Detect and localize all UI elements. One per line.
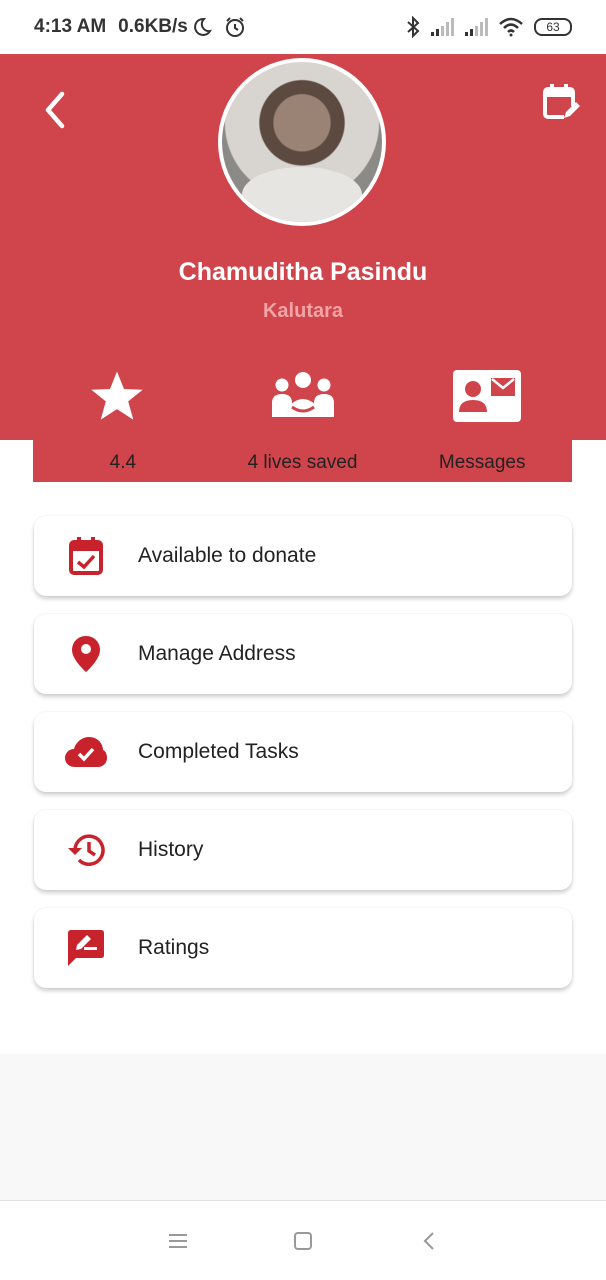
user-name: Chamuditha Pasindu <box>178 258 428 286</box>
home-button[interactable] <box>291 1229 315 1253</box>
group-icon <box>272 372 334 417</box>
menu-label: Completed Tasks <box>138 740 299 763</box>
profile-header: Chamuditha Pasindu Kalutara <box>0 54 606 440</box>
lives-saved-value: 4 lives saved <box>247 452 358 473</box>
stats-labels: 4.4 4 lives saved Messages <box>33 440 572 482</box>
menu-label: History <box>138 838 204 861</box>
rating-value: 4.4 <box>109 452 137 473</box>
recent-apps-button[interactable] <box>166 1229 190 1253</box>
status-time: 4:13 AM <box>34 16 107 37</box>
back-icon <box>45 91 65 129</box>
bluetooth-icon <box>407 16 420 38</box>
history-icon <box>68 834 105 866</box>
lives-saved-stat[interactable] <box>268 366 338 426</box>
alarm-icon <box>225 17 244 37</box>
back-button[interactable] <box>38 90 74 130</box>
menu-icon <box>169 1234 187 1248</box>
moon-icon <box>193 17 212 36</box>
menu-item-manage-address[interactable]: Manage Address <box>34 614 572 694</box>
system-nav-bar <box>0 1200 606 1280</box>
status-bar: 4:13 AM 0.6KB/s 63 <box>0 0 606 54</box>
signal-icon <box>465 18 488 36</box>
menu-item-completed-tasks[interactable]: Completed Tasks <box>34 712 572 792</box>
menu-label: Available to donate <box>138 544 317 567</box>
calendar-edit-icon <box>543 84 580 120</box>
star-icon <box>91 371 143 420</box>
location-pin-icon <box>72 636 100 672</box>
back-nav-icon <box>423 1232 434 1250</box>
battery-icon: 63 <box>534 18 572 36</box>
avatar[interactable] <box>218 58 386 226</box>
menu-item-history[interactable]: History <box>34 810 572 890</box>
menu-label: Ratings <box>138 936 210 959</box>
signal-icon <box>431 18 454 36</box>
menu-label: Manage Address <box>138 642 296 665</box>
cloud-done-icon <box>65 737 107 767</box>
rate-review-icon <box>68 930 104 966</box>
battery-level: 63 <box>546 20 560 34</box>
menu-item-available-to-donate[interactable]: Available to donate <box>34 516 572 596</box>
rating-stat[interactable] <box>84 366 150 426</box>
empty-area <box>0 1054 606 1200</box>
calendar-check-icon <box>69 537 103 575</box>
menu-item-ratings[interactable]: Ratings <box>34 908 572 988</box>
home-icon <box>294 1232 312 1250</box>
edit-availability-button[interactable] <box>542 82 580 122</box>
avatar-photo <box>222 62 382 222</box>
messages-label: Messages <box>438 452 526 473</box>
messages-stat[interactable] <box>452 366 522 426</box>
wifi-icon <box>499 17 523 37</box>
status-net-speed: 0.6KB/s <box>118 16 188 37</box>
profile-menu: Available to donate Manage Address Compl… <box>34 516 572 1006</box>
contact-mail-icon <box>453 370 521 422</box>
system-back-button[interactable] <box>418 1229 442 1253</box>
user-location: Kalutara <box>262 300 344 322</box>
